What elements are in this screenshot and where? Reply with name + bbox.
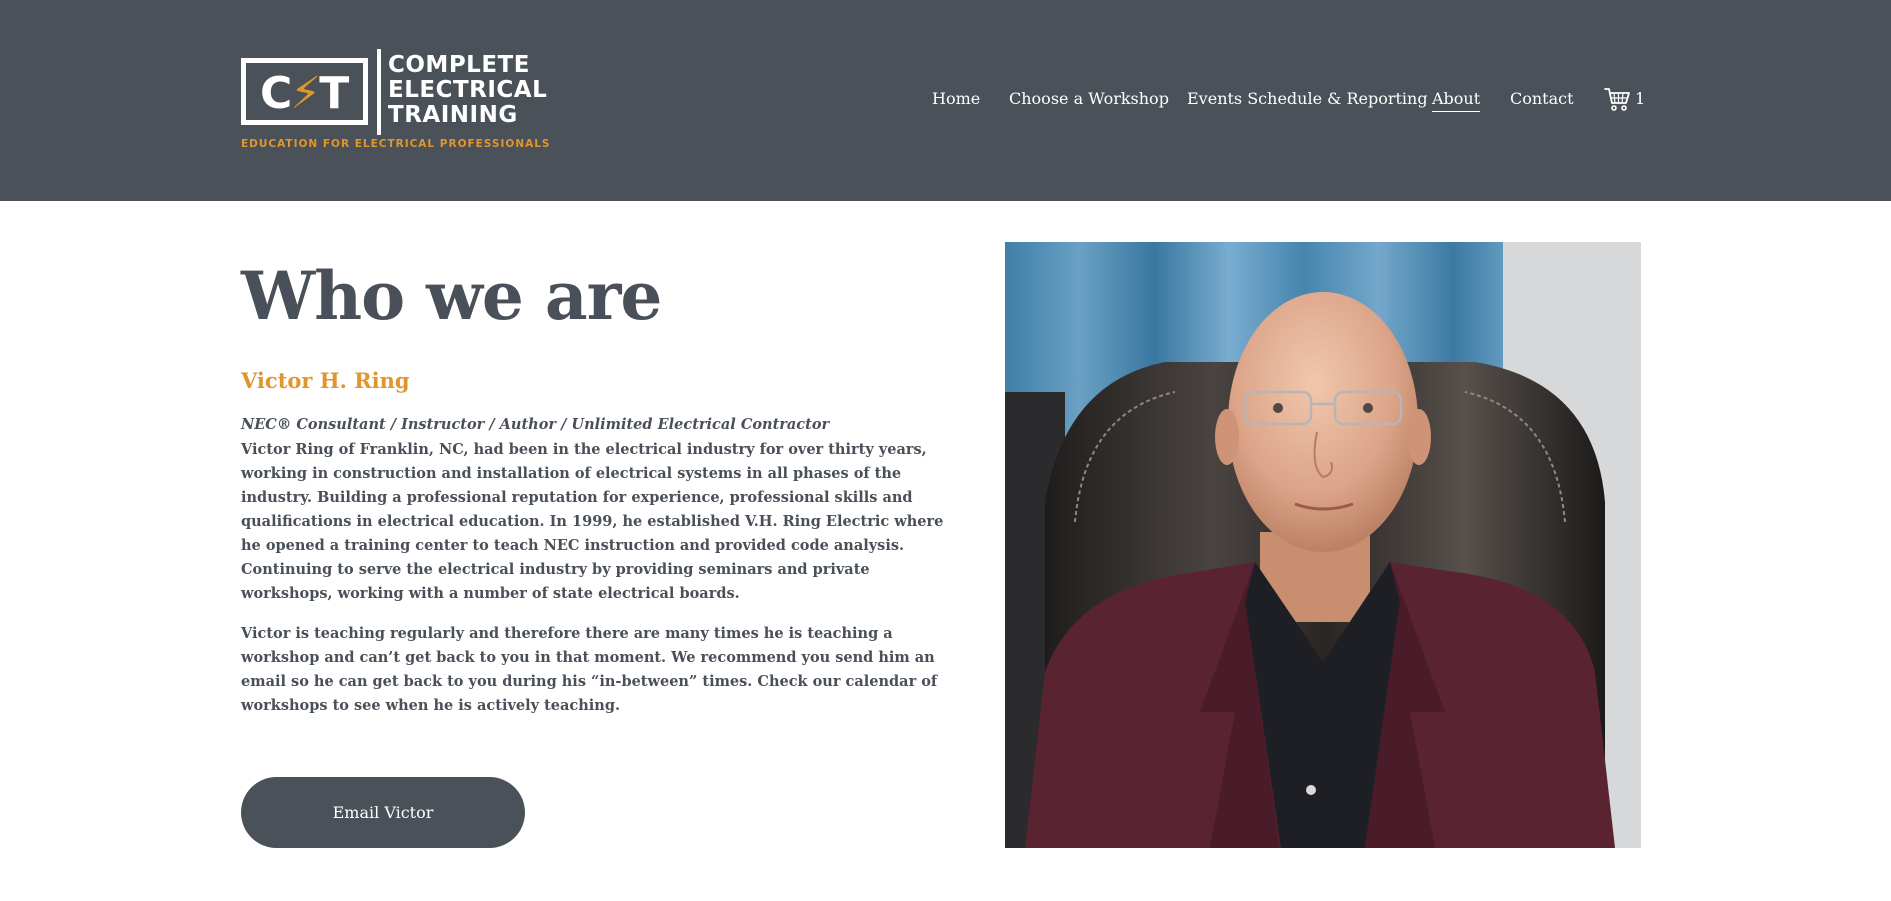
portrait-photo bbox=[1005, 242, 1641, 848]
person-role: NEC® Consultant / Instructor / Author / … bbox=[241, 416, 830, 433]
cart-count: 1 bbox=[1635, 89, 1646, 108]
bio-paragraph: Victor Ring of Franklin, NC, had been in… bbox=[241, 441, 944, 602]
logo[interactable]: C⚡T COMPLETE ELECTRICAL TRAINING EDUCATI… bbox=[241, 48, 550, 154]
nav-contact[interactable]: Contact bbox=[1510, 89, 1574, 108]
nav-about[interactable]: About bbox=[1432, 89, 1481, 112]
logo-word: COMPLETE bbox=[388, 52, 530, 78]
nav-choose-workshop[interactable]: Choose a Workshop bbox=[1009, 89, 1169, 108]
logo-word: TRAINING bbox=[388, 102, 518, 128]
contact-paragraph: Victor is teaching regularly and therefo… bbox=[241, 625, 938, 714]
logo-letters: C⚡T bbox=[260, 68, 349, 119]
cart-icon bbox=[1604, 88, 1630, 111]
logo-tagline: EDUCATION FOR ELECTRICAL PROFESSIONALS bbox=[241, 138, 551, 150]
nav-events-schedule[interactable]: Events Schedule & Reporting bbox=[1187, 89, 1428, 108]
person-name: Victor H. Ring bbox=[241, 368, 410, 393]
logo-wordmark: COMPLETE ELECTRICAL TRAINING bbox=[388, 53, 547, 128]
nav-home[interactable]: Home bbox=[932, 89, 980, 108]
logo-divider bbox=[377, 49, 381, 135]
cart-button[interactable]: 1 bbox=[1604, 86, 1646, 112]
email-victor-button[interactable]: Email Victor bbox=[241, 777, 525, 848]
site-header: C⚡T COMPLETE ELECTRICAL TRAINING EDUCATI… bbox=[0, 0, 1891, 201]
logo-word: ELECTRICAL bbox=[388, 77, 548, 103]
logo-mark: C⚡T bbox=[241, 58, 368, 125]
page-title: Who we are bbox=[241, 257, 662, 335]
